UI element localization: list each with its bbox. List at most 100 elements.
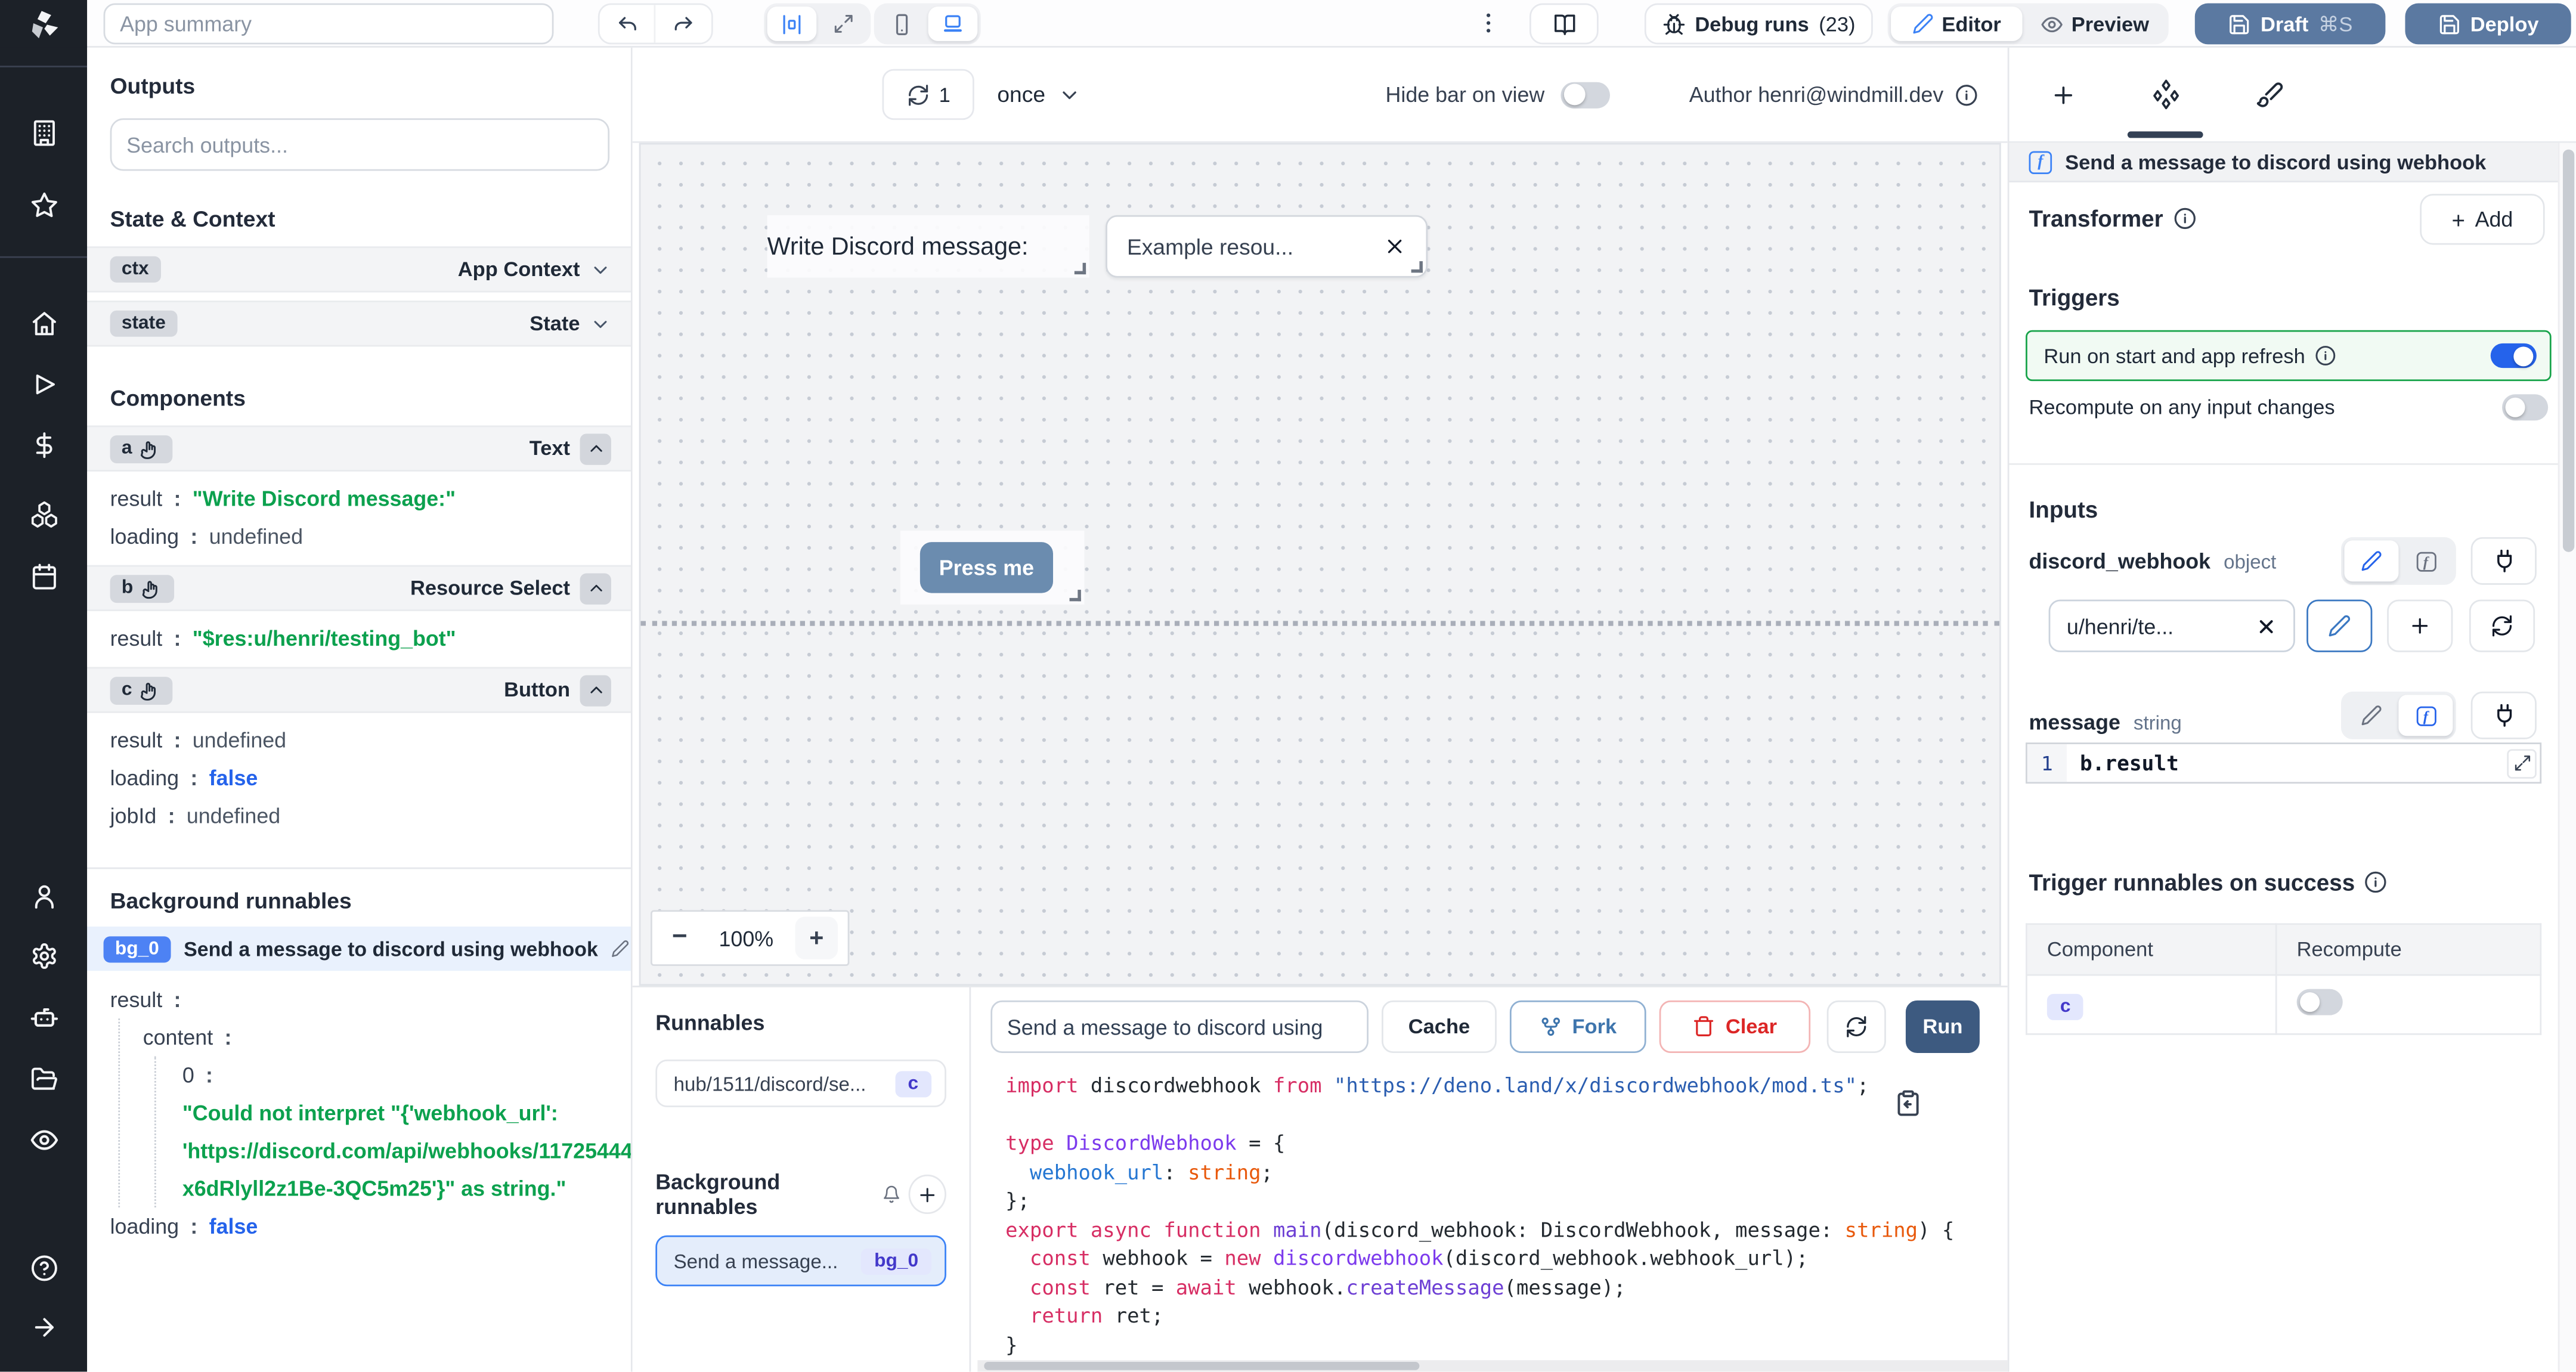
variables-icon[interactable] <box>30 431 58 459</box>
static-pencil-icon[interactable] <box>2344 540 2399 582</box>
mobile-view-button[interactable] <box>877 7 927 41</box>
more-options-kebab-icon[interactable] <box>1475 10 1501 36</box>
button-component-wrapper[interactable]: Press me <box>900 530 1085 605</box>
output-value[interactable]: undefined <box>193 721 286 758</box>
zoom-out-button[interactable]: − <box>662 923 697 953</box>
add-background-runnable-button[interactable] <box>909 1174 946 1215</box>
output-value[interactable]: "Write Discord message:" <box>193 479 456 517</box>
run-button[interactable]: Run <box>1905 1000 1980 1054</box>
collapse-sidebar-arrow-icon[interactable] <box>30 1314 58 1342</box>
reload-button[interactable] <box>1826 1000 1886 1054</box>
horizontal-scrollbar[interactable] <box>977 1360 2008 1372</box>
error-text[interactable]: x6dRlyll2z1Be-3QC5m25'}" as string." <box>182 1170 566 1207</box>
code-editor[interactable]: import discordwebhook from "https://deno… <box>1005 1073 1991 1358</box>
collapse-button[interactable] <box>580 432 611 464</box>
fork-button[interactable]: Fork <box>1509 1000 1646 1054</box>
draft-button[interactable]: Draft ⌘S <box>2194 3 2386 45</box>
static-pencil-icon[interactable] <box>2345 695 2399 736</box>
refresh-resources-button[interactable] <box>2469 599 2535 652</box>
add-transformer-button[interactable]: + Add <box>2420 194 2545 245</box>
tab-editor[interactable]: Editor <box>1891 7 2023 41</box>
runs-icon[interactable] <box>30 370 58 398</box>
recompute-toggle[interactable] <box>2502 394 2549 420</box>
resource-picker[interactable]: u/henri/te... <box>2048 599 2295 652</box>
collapse-button[interactable] <box>580 572 611 604</box>
refresh-count-button[interactable]: 1 <box>882 69 974 120</box>
error-text[interactable]: 'https://discord.com/api/webhooks/117254… <box>182 1132 631 1169</box>
clear-x-icon[interactable] <box>2256 615 2277 637</box>
component-row-b[interactable]: b Resource Select <box>87 565 631 611</box>
expression-editor[interactable]: 1 b.result <box>2026 742 2542 784</box>
eval-function-icon[interactable]: f <box>2398 695 2453 736</box>
component-row-c[interactable]: c Button <box>87 667 631 713</box>
resource-select-component[interactable]: Example resou... <box>1106 215 1428 278</box>
users-icon[interactable] <box>30 883 58 911</box>
run-on-start-toggle[interactable] <box>2490 343 2537 368</box>
press-me-button[interactable]: Press me <box>919 542 1054 593</box>
resize-handle-icon[interactable] <box>1069 590 1081 602</box>
component-row-a[interactable]: a Text <box>87 425 631 472</box>
resources-icon[interactable] <box>29 500 58 529</box>
tab-preview[interactable]: Preview <box>2024 7 2165 41</box>
info-icon[interactable] <box>2315 345 2336 367</box>
info-icon[interactable] <box>2173 207 2196 230</box>
output-value[interactable]: "$res:u/henri/testing_bot" <box>193 620 456 657</box>
background-runnable-row-bg0[interactable]: bg_0 Send a message to discord using web… <box>87 926 631 971</box>
styling-brush-icon[interactable] <box>2256 80 2284 109</box>
output-row-state[interactable]: state State <box>87 301 631 347</box>
vertical-scrollbar[interactable] <box>2558 143 2576 1372</box>
cache-button[interactable]: Cache <box>1382 1000 1497 1054</box>
fullscreen-expand-button[interactable] <box>818 7 868 41</box>
connect-plug-button[interactable] <box>2470 537 2537 585</box>
recompute-c-toggle[interactable] <box>2296 989 2343 1015</box>
collapse-button[interactable] <box>580 674 611 706</box>
text-component[interactable]: Write Discord message: <box>767 215 1089 278</box>
create-resource-plus-button[interactable] <box>2387 599 2453 652</box>
deploy-button[interactable]: Deploy <box>2405 3 2571 45</box>
zoom-in-button[interactable]: + <box>795 916 838 959</box>
output-value[interactable]: undefined <box>209 518 303 555</box>
workers-bot-icon[interactable] <box>29 1002 58 1032</box>
align-components-button[interactable] <box>767 7 817 41</box>
home-icon[interactable] <box>30 309 58 337</box>
folders-icon[interactable] <box>30 1066 58 1094</box>
debug-runs-button[interactable]: Debug runs (23) <box>1644 3 1873 45</box>
copy-clipboard-icon[interactable] <box>1894 1089 1922 1117</box>
search-outputs-input[interactable] <box>110 118 610 171</box>
settings-gear-icon[interactable] <box>30 942 58 970</box>
info-icon[interactable] <box>2365 871 2388 894</box>
output-value[interactable]: false <box>209 759 258 797</box>
info-icon[interactable] <box>1955 83 1979 106</box>
audit-eye-icon[interactable] <box>29 1125 58 1155</box>
favorites-star-icon[interactable] <box>30 191 58 219</box>
undo-button[interactable] <box>600 5 656 43</box>
frequency-dropdown[interactable]: once <box>997 82 1081 107</box>
error-text[interactable]: "Could not interpret "{'webhook_url': <box>182 1094 558 1132</box>
chevron-down-icon[interactable] <box>590 313 611 335</box>
app-canvas[interactable]: Write Discord message: Example resou... … <box>639 143 2001 986</box>
runnable-item-bg0[interactable]: Send a message... bg_0 <box>655 1235 946 1287</box>
eval-function-icon[interactable]: f <box>2398 540 2453 581</box>
workspace-icon[interactable] <box>30 119 58 147</box>
script-name-input[interactable] <box>990 1000 1368 1054</box>
edit-pencil-icon[interactable] <box>611 940 629 958</box>
component-settings-icon[interactable] <box>2150 79 2181 110</box>
resize-handle-icon[interactable] <box>1411 261 1423 273</box>
expand-editor-icon[interactable] <box>2507 748 2537 778</box>
runnable-item-hub-script[interactable]: hub/1511/discord/se... c <box>655 1060 946 1107</box>
connect-plug-button[interactable] <box>2470 691 2537 739</box>
schedules-icon[interactable] <box>30 563 58 591</box>
app-summary-input[interactable] <box>103 3 554 45</box>
insert-component-plus-icon[interactable] <box>2050 82 2076 109</box>
hide-bar-toggle[interactable] <box>1561 81 1611 108</box>
clear-x-icon[interactable] <box>1383 235 1407 258</box>
windmill-logo[interactable] <box>0 0 88 48</box>
output-value[interactable]: false <box>209 1207 258 1245</box>
help-icon[interactable] <box>30 1255 58 1283</box>
output-value[interactable]: undefined <box>187 797 280 834</box>
edit-resource-pencil-button[interactable] <box>2306 599 2373 652</box>
desktop-view-button[interactable] <box>928 7 978 41</box>
redo-button[interactable] <box>655 5 711 42</box>
resize-handle-icon[interactable] <box>1074 262 1086 275</box>
clear-button[interactable]: Clear <box>1659 1000 1811 1054</box>
